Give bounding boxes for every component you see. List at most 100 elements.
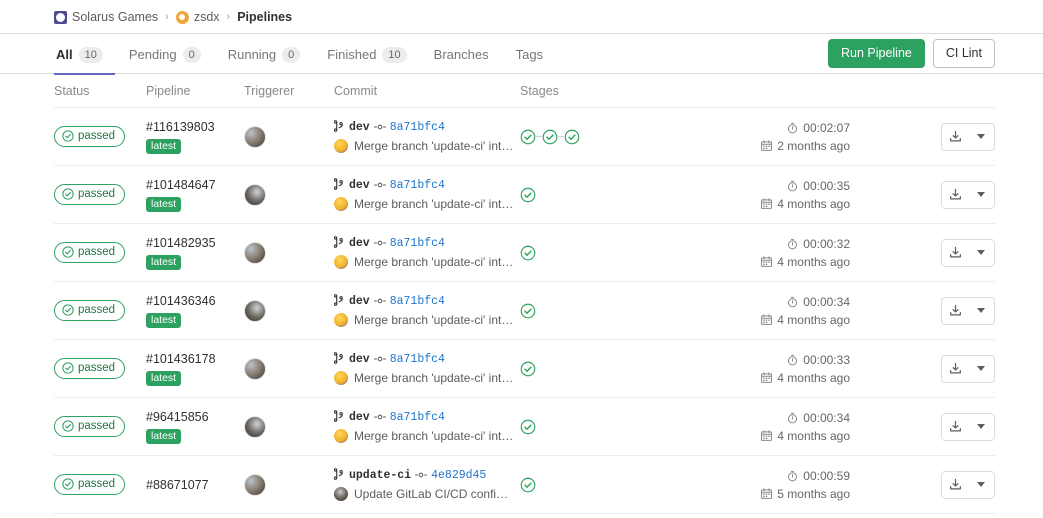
branch-name[interactable]: dev	[349, 410, 370, 426]
tab-all[interactable]: All 10	[54, 34, 115, 75]
avatar[interactable]	[244, 415, 266, 438]
avatar[interactable]	[244, 299, 266, 322]
breadcrumb-group[interactable]: Solarus Games	[54, 10, 158, 24]
commit-author-avatar[interactable]	[334, 139, 348, 153]
commit-message[interactable]: Merge branch 'update-ci' into 'd...	[354, 197, 514, 211]
branch-icon	[333, 236, 345, 252]
status-badge[interactable]: passed	[54, 299, 126, 321]
commit-sha[interactable]: 8a71bfc4	[390, 294, 445, 310]
pipelines-page: Solarus Games › zsdx › Pipelines All 10 …	[0, 0, 1043, 518]
table-row[interactable]: passed #101436178 latest dev 8a71bfc4 Merge b…	[54, 340, 995, 398]
commit-message[interactable]: Merge branch 'update-ci' into 'd...	[354, 139, 514, 153]
pipeline-id[interactable]: #101436178	[146, 351, 244, 367]
stage-status-icon[interactable]	[520, 361, 536, 377]
tab-pending[interactable]: Pending 0	[129, 34, 214, 74]
commit-author-avatar[interactable]	[334, 429, 348, 443]
breadcrumb-group-label[interactable]: Solarus Games	[72, 10, 158, 24]
branch-name[interactable]: dev	[349, 236, 370, 252]
avatar[interactable]	[244, 473, 266, 496]
pipeline-id[interactable]: #96415856	[146, 409, 244, 425]
commit-cell: dev 8a71bfc4 Merge branch 'update-ci' into…	[333, 294, 520, 327]
table-row[interactable]: passed #88671077 update-ci 4e829d45 Update G…	[54, 456, 995, 514]
commit-author-avatar[interactable]	[334, 197, 348, 211]
download-artifacts-button[interactable]	[942, 297, 968, 324]
branch-name[interactable]: dev	[349, 120, 370, 136]
age-row: 5 months ago	[710, 485, 850, 503]
commit-author-avatar[interactable]	[334, 313, 348, 327]
avatar[interactable]	[244, 125, 266, 148]
branch-name[interactable]: dev	[349, 294, 370, 310]
stage-status-icon[interactable]	[564, 129, 580, 145]
tab-finished-count: 10	[382, 46, 407, 63]
breadcrumb-project-label[interactable]: zsdx	[194, 10, 220, 24]
download-artifacts-button[interactable]	[942, 239, 968, 266]
status-badge[interactable]: passed	[54, 183, 126, 205]
commit-message[interactable]: Update GitLab CI/CD configurati...	[354, 487, 514, 501]
row-more-dropdown-button[interactable]	[968, 297, 994, 324]
avatar[interactable]	[244, 241, 266, 264]
tab-tags[interactable]: Tags	[516, 34, 556, 74]
row-more-dropdown-button[interactable]	[968, 123, 994, 150]
commit-sha[interactable]: 8a71bfc4	[390, 178, 445, 194]
run-pipeline-button[interactable]: Run Pipeline	[827, 39, 925, 68]
download-artifacts-button[interactable]	[942, 413, 968, 440]
commit-author-avatar[interactable]	[334, 371, 348, 385]
breadcrumb-project[interactable]: zsdx	[175, 10, 220, 24]
status-badge[interactable]: passed	[54, 125, 126, 147]
latest-badge: latest	[146, 197, 182, 212]
commit-sha[interactable]: 8a71bfc4	[390, 410, 445, 426]
table-row[interactable]: passed #116139803 latest dev 8a71bfc4 Merge b…	[54, 108, 995, 166]
ci-lint-button[interactable]: CI Lint	[932, 39, 995, 68]
stage-status-icon[interactable]	[542, 129, 558, 145]
commit-message[interactable]: Merge branch 'update-ci' into 'd...	[354, 429, 514, 443]
duration-row: 00:00:34	[710, 409, 850, 427]
tab-finished[interactable]: Finished 10	[327, 34, 419, 74]
status-badge[interactable]: passed	[54, 357, 126, 379]
stage-status-icon[interactable]	[520, 245, 536, 261]
row-more-dropdown-button[interactable]	[968, 355, 994, 382]
tab-branches[interactable]: Branches	[434, 34, 502, 74]
commit-link-icon	[373, 410, 386, 426]
commit-ref-row: dev 8a71bfc4	[333, 178, 520, 194]
stage-status-icon[interactable]	[520, 303, 536, 319]
branch-name[interactable]: dev	[349, 352, 370, 368]
commit-message[interactable]: Merge branch 'update-ci' into 'd...	[354, 313, 514, 327]
pipeline-id[interactable]: #116139803	[146, 119, 244, 135]
commit-sha[interactable]: 8a71bfc4	[390, 352, 445, 368]
row-more-dropdown-button[interactable]	[968, 239, 994, 266]
stage-status-icon[interactable]	[520, 129, 536, 145]
avatar[interactable]	[244, 183, 266, 206]
download-artifacts-button[interactable]	[942, 471, 968, 498]
table-row[interactable]: passed #101482935 latest dev 8a71bfc4 Merge b…	[54, 224, 995, 282]
commit-author-avatar[interactable]	[334, 255, 348, 269]
branch-name[interactable]: dev	[349, 178, 370, 194]
commit-sha[interactable]: 8a71bfc4	[390, 236, 445, 252]
pipeline-id[interactable]: #101482935	[146, 235, 244, 251]
stage-status-icon[interactable]	[520, 419, 536, 435]
row-more-dropdown-button[interactable]	[968, 471, 994, 498]
commit-message[interactable]: Merge branch 'update-ci' into 'd...	[354, 371, 514, 385]
status-badge[interactable]: passed	[54, 473, 126, 495]
tab-running[interactable]: Running 0	[228, 34, 314, 74]
pipeline-id[interactable]: #88671077	[146, 477, 244, 493]
stage-status-icon[interactable]	[520, 477, 536, 493]
commit-sha[interactable]: 4e829d45	[431, 468, 486, 484]
download-artifacts-button[interactable]	[942, 123, 968, 150]
avatar[interactable]	[244, 357, 266, 380]
stage-status-icon[interactable]	[520, 187, 536, 203]
pipeline-id[interactable]: #101484647	[146, 177, 244, 193]
pipeline-id[interactable]: #101436346	[146, 293, 244, 309]
commit-message[interactable]: Merge branch 'update-ci' into 'd...	[354, 255, 514, 269]
download-artifacts-button[interactable]	[942, 181, 968, 208]
table-row[interactable]: passed #101484647 latest dev 8a71bfc4 Merge b…	[54, 166, 995, 224]
branch-name[interactable]: update-ci	[349, 468, 411, 484]
table-row[interactable]: passed #101436346 latest dev 8a71bfc4 Merge b…	[54, 282, 995, 340]
table-row[interactable]: passed #96415856 latest dev 8a71bfc4 Merge br…	[54, 398, 995, 456]
row-more-dropdown-button[interactable]	[968, 413, 994, 440]
status-badge[interactable]: passed	[54, 415, 126, 437]
status-badge[interactable]: passed	[54, 241, 126, 263]
download-artifacts-button[interactable]	[942, 355, 968, 382]
row-more-dropdown-button[interactable]	[968, 181, 994, 208]
commit-sha[interactable]: 8a71bfc4	[390, 120, 445, 136]
commit-author-avatar[interactable]	[334, 487, 348, 501]
